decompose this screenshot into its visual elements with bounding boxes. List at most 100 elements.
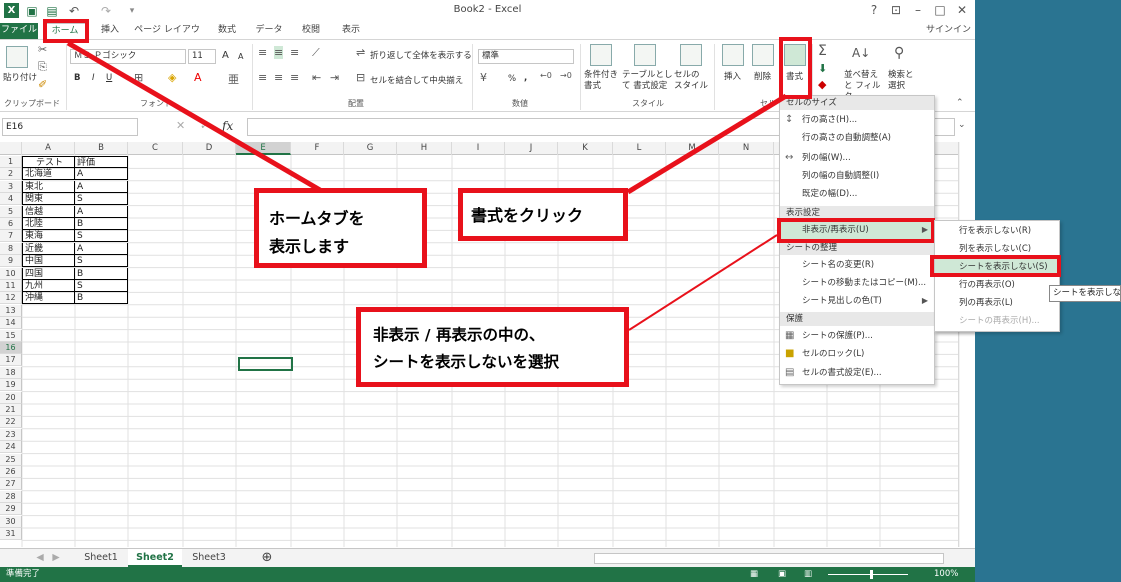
table-cell-grade[interactable]: S	[75, 193, 128, 206]
cell-styles-button[interactable]: セルの スタイル	[674, 70, 710, 92]
increase-indent-icon[interactable]: ⇥	[330, 71, 339, 84]
enter-icon[interactable]: ✓	[200, 119, 209, 132]
menu-item-autofit-row[interactable]: 行の高さの自動調整(A)	[780, 129, 934, 147]
zoom-slider[interactable]	[828, 574, 908, 575]
sign-in-link[interactable]: サインイン	[926, 23, 971, 38]
menu-item-protect-sheet[interactable]: ▦ シートの保護(P)...	[780, 327, 934, 345]
collapse-ribbon-icon[interactable]: ⌃	[956, 98, 964, 108]
tab-formulas[interactable]: 数式	[212, 23, 242, 39]
delete-cells-icon[interactable]	[752, 44, 774, 66]
submenu-item-unhide-rows[interactable]: 行の再表示(O)	[935, 276, 1059, 294]
row-header-19[interactable]: 19	[0, 379, 22, 392]
row-header-20[interactable]: 20	[0, 391, 22, 404]
selected-cell[interactable]	[238, 357, 293, 371]
normal-view-icon[interactable]: ▦	[750, 567, 758, 582]
row-header-10[interactable]: 10	[0, 267, 22, 280]
tab-view[interactable]: 表示	[336, 23, 366, 39]
cell-styles-icon[interactable]	[680, 44, 702, 66]
menu-item-tab-color[interactable]: シート見出しの色(T) ▶	[780, 292, 934, 310]
row-header-29[interactable]: 29	[0, 503, 22, 516]
align-top-icon[interactable]: ≡	[258, 46, 267, 59]
row-header-25[interactable]: 25	[0, 453, 22, 466]
italic-button[interactable]: I	[92, 73, 95, 83]
insert-function-button[interactable]: fx	[222, 119, 233, 133]
next-sheet-icon[interactable]: ▶	[46, 549, 66, 567]
row-header-14[interactable]: 14	[0, 317, 22, 330]
sort-filter-icon[interactable]: A↓	[852, 46, 870, 60]
conditional-format-button[interactable]: 条件付き 書式	[584, 70, 620, 92]
shrink-font-button[interactable]: A	[238, 52, 243, 61]
row-header-27[interactable]: 27	[0, 478, 22, 491]
paste-label[interactable]: 貼り付け	[3, 71, 37, 83]
expand-formula-icon[interactable]: ⌄	[958, 120, 966, 130]
insert-cells-icon[interactable]	[722, 44, 744, 66]
help-icon[interactable]: ?	[864, 2, 884, 18]
select-all-corner[interactable]	[0, 142, 22, 155]
table-cell-grade[interactable]: B	[75, 218, 128, 230]
table-cell-grade[interactable]: A	[75, 180, 128, 193]
align-center-icon[interactable]: ≡	[274, 71, 283, 84]
row-header-13[interactable]: 13	[0, 304, 22, 317]
insert-cells-button[interactable]: 挿入	[724, 70, 741, 82]
row-header-16[interactable]: 16	[0, 342, 22, 354]
align-left-icon[interactable]: ≡	[258, 71, 267, 84]
submenu-item-hide-rows[interactable]: 行を表示しない(R)	[935, 222, 1059, 240]
wrap-text-button[interactable]: 折り返して全体を表示する	[370, 49, 472, 61]
new-sheet-icon[interactable]: ⊕	[256, 549, 278, 567]
table-cell-grade[interactable]: S	[75, 280, 128, 292]
column-header-n[interactable]: N	[719, 142, 774, 155]
table-cell-grade[interactable]: S	[75, 230, 128, 243]
find-select-button[interactable]: 検索と 選択	[888, 70, 920, 92]
menu-item-rename-sheet[interactable]: シート名の変更(R)	[780, 256, 934, 274]
name-box[interactable]: E16	[2, 118, 138, 136]
table-cell-grade[interactable]: A	[75, 168, 128, 181]
menu-item-autofit-column[interactable]: 列の幅の自動調整(I)	[780, 167, 934, 185]
fill-color-icon[interactable]: ◈	[168, 71, 176, 84]
bold-button[interactable]: B	[74, 73, 80, 83]
submenu-item-unhide-sheet[interactable]: シートの再表示(H)...	[935, 312, 1059, 330]
close-icon[interactable]: ✕	[952, 2, 972, 18]
sheet-tab-1[interactable]: Sheet1	[74, 549, 128, 567]
ribbon-display-icon[interactable]: ⊡	[886, 2, 906, 18]
orientation-icon[interactable]: ⟋	[312, 46, 320, 60]
format-as-table-button[interactable]: テーブルとして 書式設定	[622, 70, 674, 92]
cut-icon[interactable]: ✂	[38, 43, 47, 56]
column-header-a[interactable]: A	[22, 142, 75, 155]
table-cell-region[interactable]: 沖縄	[22, 292, 75, 305]
table-cell-grade[interactable]: A	[75, 205, 128, 218]
row-header-23[interactable]: 23	[0, 428, 22, 441]
vertical-scrollbar[interactable]	[958, 142, 960, 547]
row-header-2[interactable]: 2	[0, 168, 22, 181]
page-layout-view-icon[interactable]: ▣	[778, 567, 786, 582]
underline-button[interactable]: U	[106, 73, 112, 83]
delete-cells-button[interactable]: 削除	[754, 70, 771, 82]
column-header-b[interactable]: B	[75, 142, 128, 155]
row-header-11[interactable]: 11	[0, 280, 22, 292]
row-header-5[interactable]: 5	[0, 205, 22, 218]
clear-icon[interactable]: ◆	[818, 78, 826, 91]
decrease-decimal-icon[interactable]: →0	[560, 71, 572, 80]
table-cell-grade[interactable]: A	[75, 242, 128, 255]
sheet-tab-3[interactable]: Sheet3	[182, 549, 236, 567]
menu-item-move-copy-sheet[interactable]: シートの移動またはコピー(M)...	[780, 274, 934, 292]
row-header-28[interactable]: 28	[0, 490, 22, 503]
border-icon[interactable]: ⊞	[134, 71, 143, 84]
row-header-15[interactable]: 15	[0, 329, 22, 342]
paste-icon[interactable]	[6, 46, 28, 68]
tab-review[interactable]: 校閲	[296, 23, 326, 39]
table-cell-region[interactable]: 中国	[22, 255, 75, 268]
submenu-item-unhide-columns[interactable]: 列の再表示(L)	[935, 294, 1059, 312]
table-cell-grade[interactable]: S	[75, 255, 128, 268]
table-cell-region[interactable]: 信越	[22, 205, 75, 218]
table-cell-region[interactable]: 東北	[22, 180, 75, 193]
menu-item-lock-cell[interactable]: ■ セルのロック(L)	[780, 345, 934, 363]
menu-item-default-width[interactable]: 既定の幅(D)...	[780, 185, 934, 203]
maximize-icon[interactable]: □	[930, 2, 950, 18]
column-header-e[interactable]: E	[236, 142, 291, 155]
table-cell-region[interactable]: 近畿	[22, 242, 75, 255]
row-header-12[interactable]: 12	[0, 292, 22, 305]
font-color-icon[interactable]: A	[194, 71, 202, 84]
conditional-format-icon[interactable]	[590, 44, 612, 66]
row-header-26[interactable]: 26	[0, 466, 22, 478]
format-as-table-icon[interactable]	[634, 44, 656, 66]
